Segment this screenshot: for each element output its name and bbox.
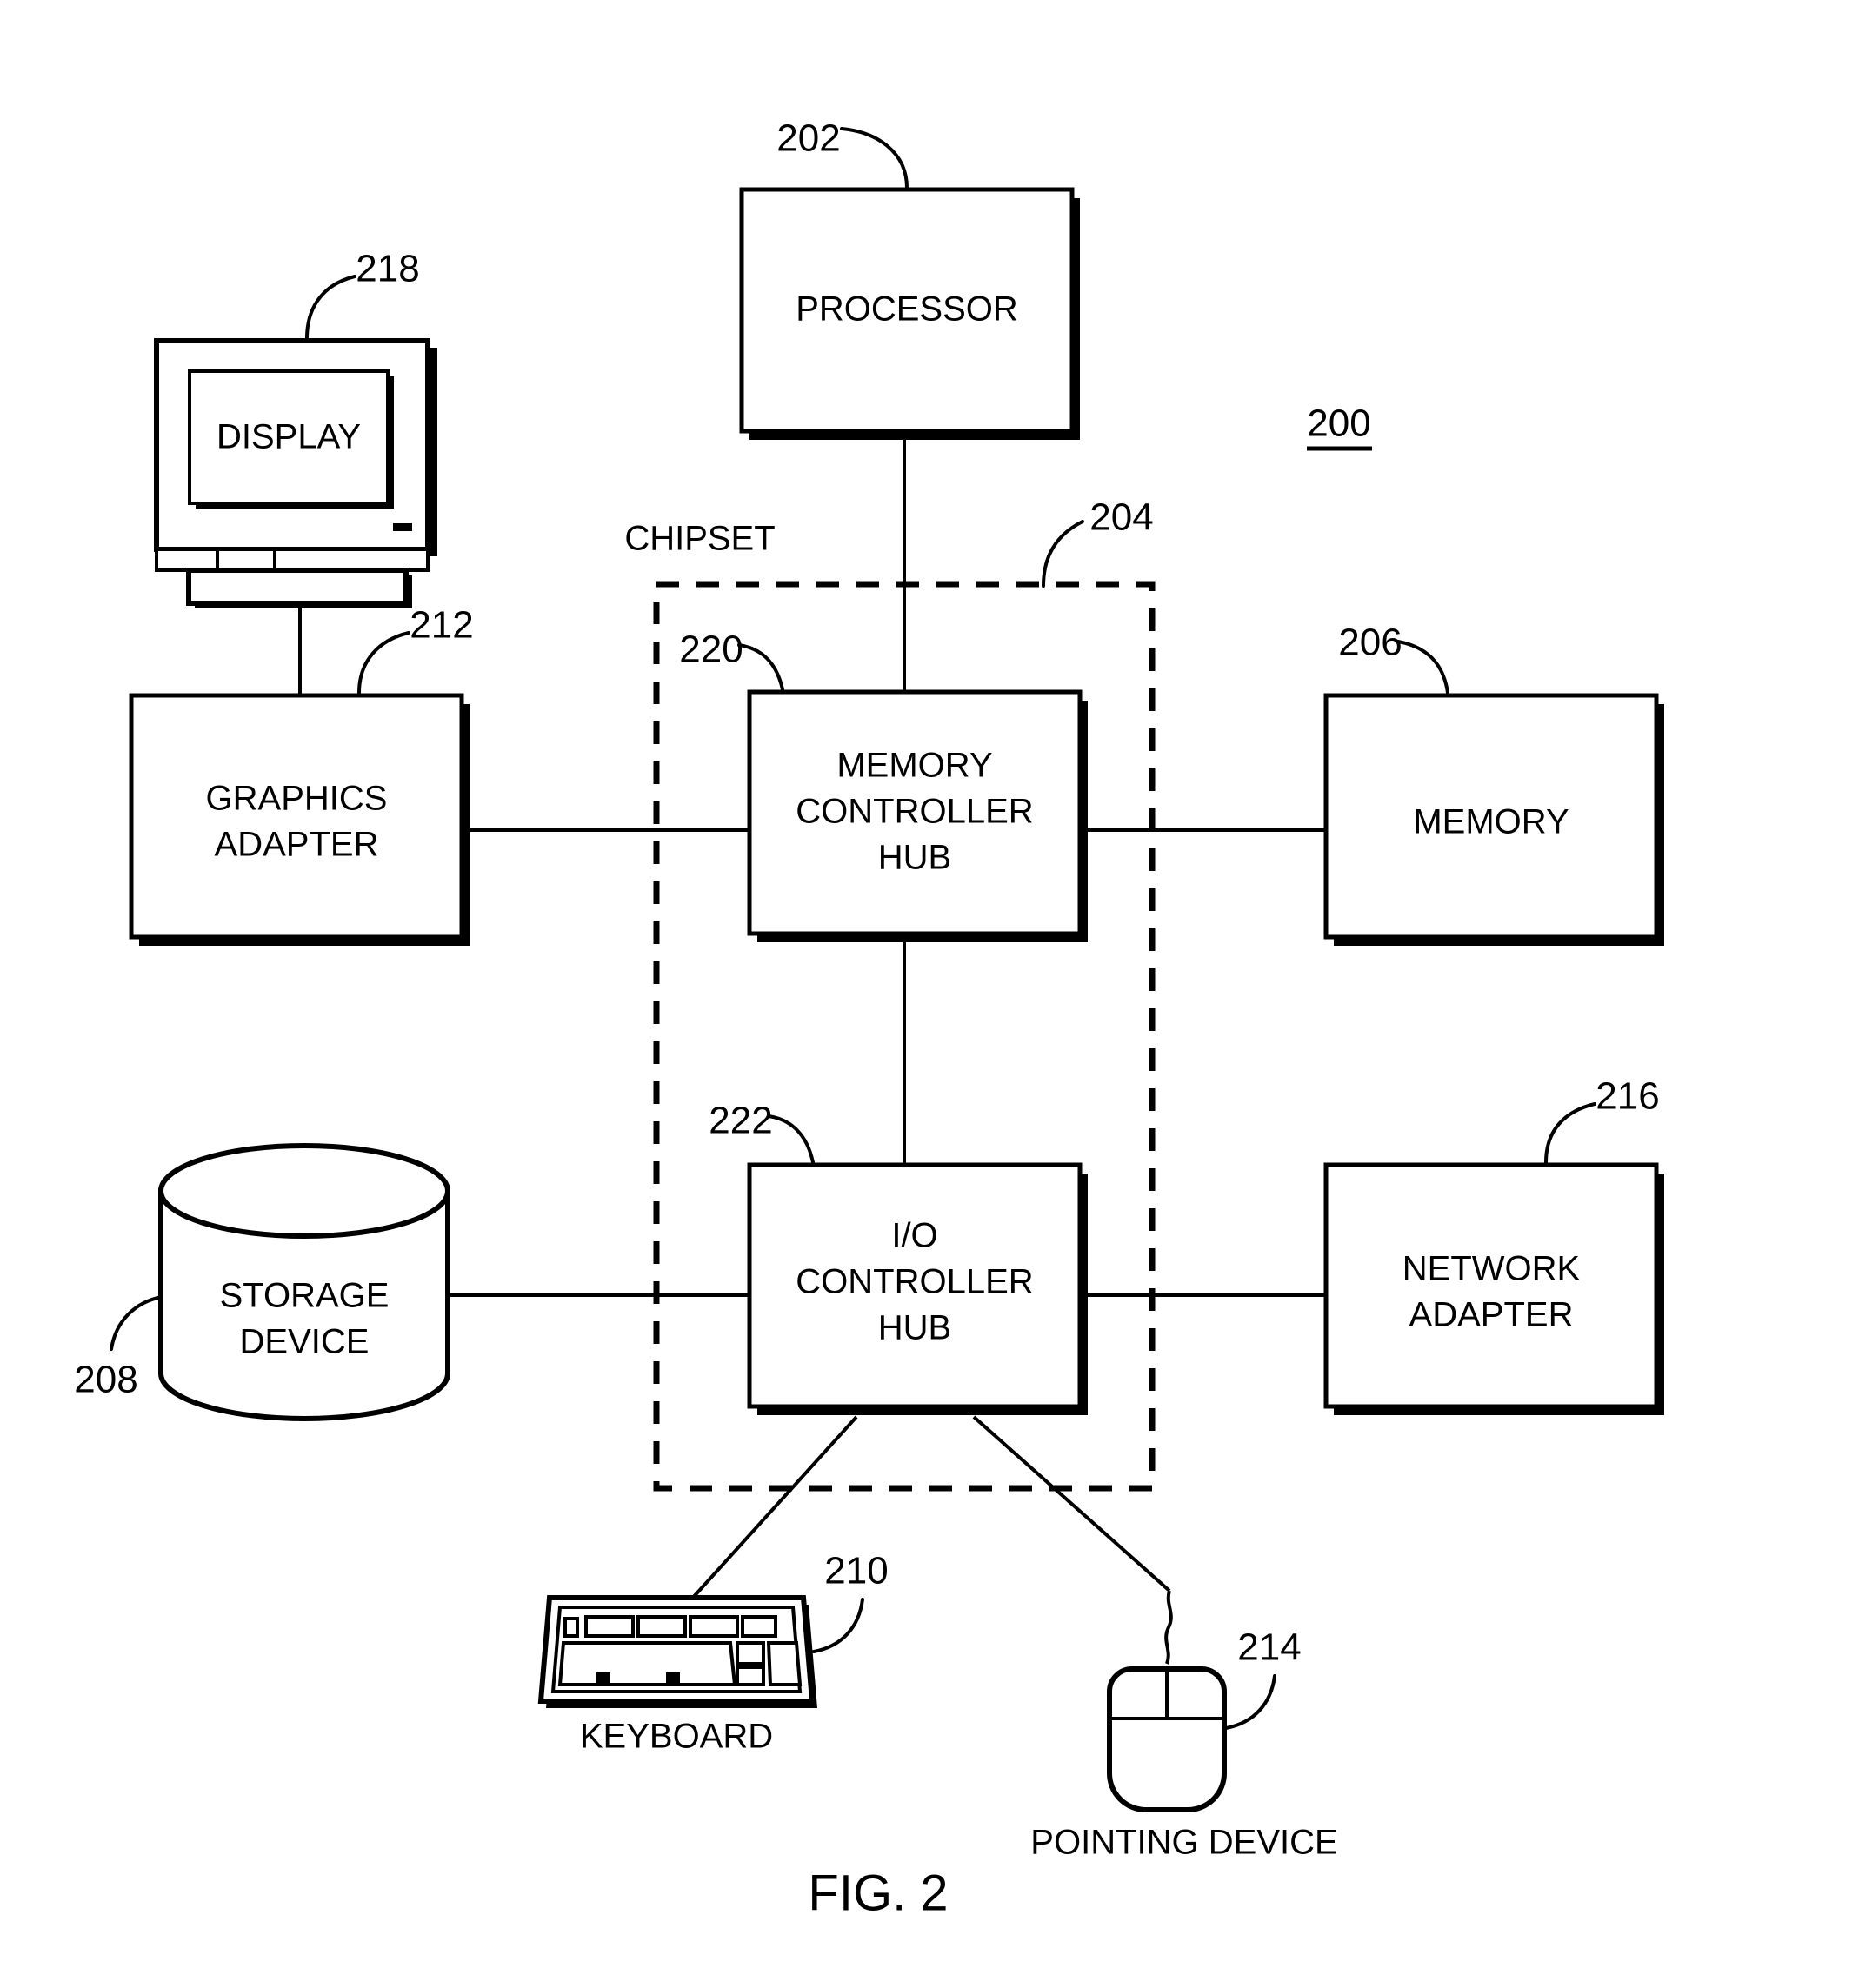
patent-figure-2: CHIPSET 204 200 PROCESSOR 202 MEMORY CON… <box>0 0 1872 1988</box>
pointing-device-label: POINTING DEVICE <box>1030 1824 1337 1862</box>
ref-display: 218 <box>356 248 419 290</box>
figure-caption: FIG. 2 <box>808 1865 948 1921</box>
keyboard-arrow-cluster <box>736 1666 765 1686</box>
storage-label-line-2: DEVICE <box>240 1323 370 1361</box>
processor-label: PROCESSOR <box>796 290 1018 329</box>
keyboard-numpad <box>766 1641 803 1686</box>
storage-cylinder-top <box>158 1143 450 1239</box>
ref-mch: 220 <box>679 628 743 671</box>
display-indicator-icon <box>393 523 412 531</box>
network-label-line-1: NETWORK <box>1402 1250 1581 1288</box>
keyboard-key-escape <box>563 1617 579 1638</box>
keyboard-spacebar-notch-left <box>596 1672 610 1685</box>
keyboard-spacebar-notch-right <box>666 1672 680 1685</box>
display-vent-segment-2 <box>216 548 276 572</box>
keyboard-nav-cluster <box>736 1641 765 1666</box>
keyboard-main-block <box>557 1641 737 1686</box>
ref-storage: 208 <box>74 1359 137 1401</box>
ref-system-200: 200 <box>1307 402 1370 445</box>
ref-ich: 222 <box>709 1100 772 1142</box>
graphics-label-line-2: ADAPTER <box>215 826 379 864</box>
ref-keyboard: 210 <box>824 1550 888 1592</box>
keyboard-function-cluster-2 <box>636 1615 687 1638</box>
memory-label: MEMORY <box>1413 803 1569 841</box>
ref-network: 216 <box>1596 1075 1659 1118</box>
mch-label-line-1: MEMORY <box>836 747 992 785</box>
ref-processor: 202 <box>776 117 840 160</box>
ref-memory: 206 <box>1338 622 1402 664</box>
display-base <box>186 568 409 606</box>
ich-label-line-3: HUB <box>878 1309 951 1347</box>
mch-label-line-3: HUB <box>878 839 951 877</box>
keyboard-function-cluster-3 <box>689 1615 739 1638</box>
keyboard-label: KEYBOARD <box>580 1718 773 1756</box>
keyboard-function-cluster-4 <box>741 1615 777 1638</box>
keyboard-function-cluster-1 <box>584 1615 635 1638</box>
storage-label-line-1: STORAGE <box>220 1277 390 1315</box>
ref-pointing-device: 214 <box>1237 1626 1301 1669</box>
ref-graphics: 212 <box>410 604 473 647</box>
display-label: DISPLAY <box>217 418 361 456</box>
ich-label-line-1: I/O <box>891 1217 937 1255</box>
mch-label-line-2: CONTROLLER <box>796 793 1033 831</box>
network-label-line-2: ADAPTER <box>1409 1296 1574 1334</box>
chipset-label: CHIPSET <box>624 520 775 558</box>
system-reference: 200 <box>1307 402 1372 451</box>
display-vent-segment-3 <box>273 548 430 572</box>
ref-chipset: 204 <box>1089 496 1153 539</box>
ich-label-line-2: CONTROLLER <box>796 1263 1033 1301</box>
graphics-label-line-1: GRAPHICS <box>206 780 388 818</box>
display-vent-segment-1 <box>155 548 219 572</box>
